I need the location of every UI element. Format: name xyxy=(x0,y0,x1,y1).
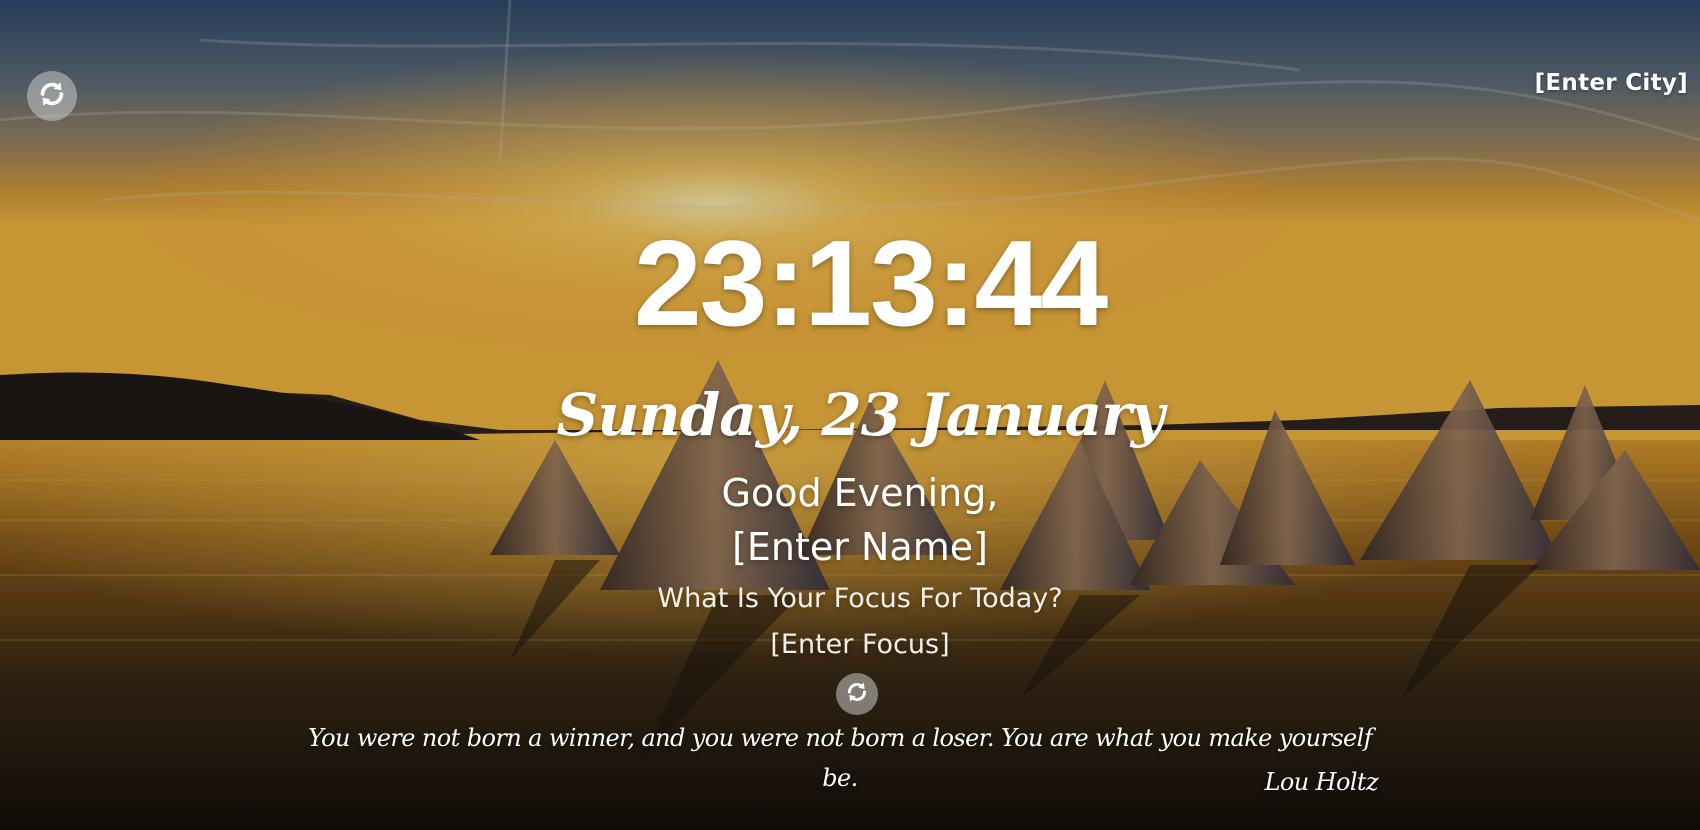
name-input[interactable]: [Enter Name] xyxy=(0,520,1700,574)
refresh-quote-button[interactable] xyxy=(836,673,878,715)
quote-text: You were not born a winner, and you were… xyxy=(307,724,1373,792)
city-input[interactable]: [Enter City] xyxy=(1535,70,1688,96)
momentum-dashboard: [Enter City] 23:13:44 Sunday, 23 January… xyxy=(0,0,1700,830)
refresh-icon xyxy=(37,79,67,113)
quote-author: Lou Holtz xyxy=(1264,768,1379,796)
clock-date: Sunday, 23 January xyxy=(556,381,1164,449)
refresh-icon xyxy=(845,680,869,708)
focus-question: What Is Your Focus For Today? xyxy=(657,583,1063,614)
refresh-background-button[interactable] xyxy=(27,71,77,121)
greeting-text: Good Evening, xyxy=(721,471,999,515)
clock-time: 23:13:44 xyxy=(633,215,1108,351)
focus-input[interactable]: [Enter Focus] xyxy=(0,626,1700,664)
